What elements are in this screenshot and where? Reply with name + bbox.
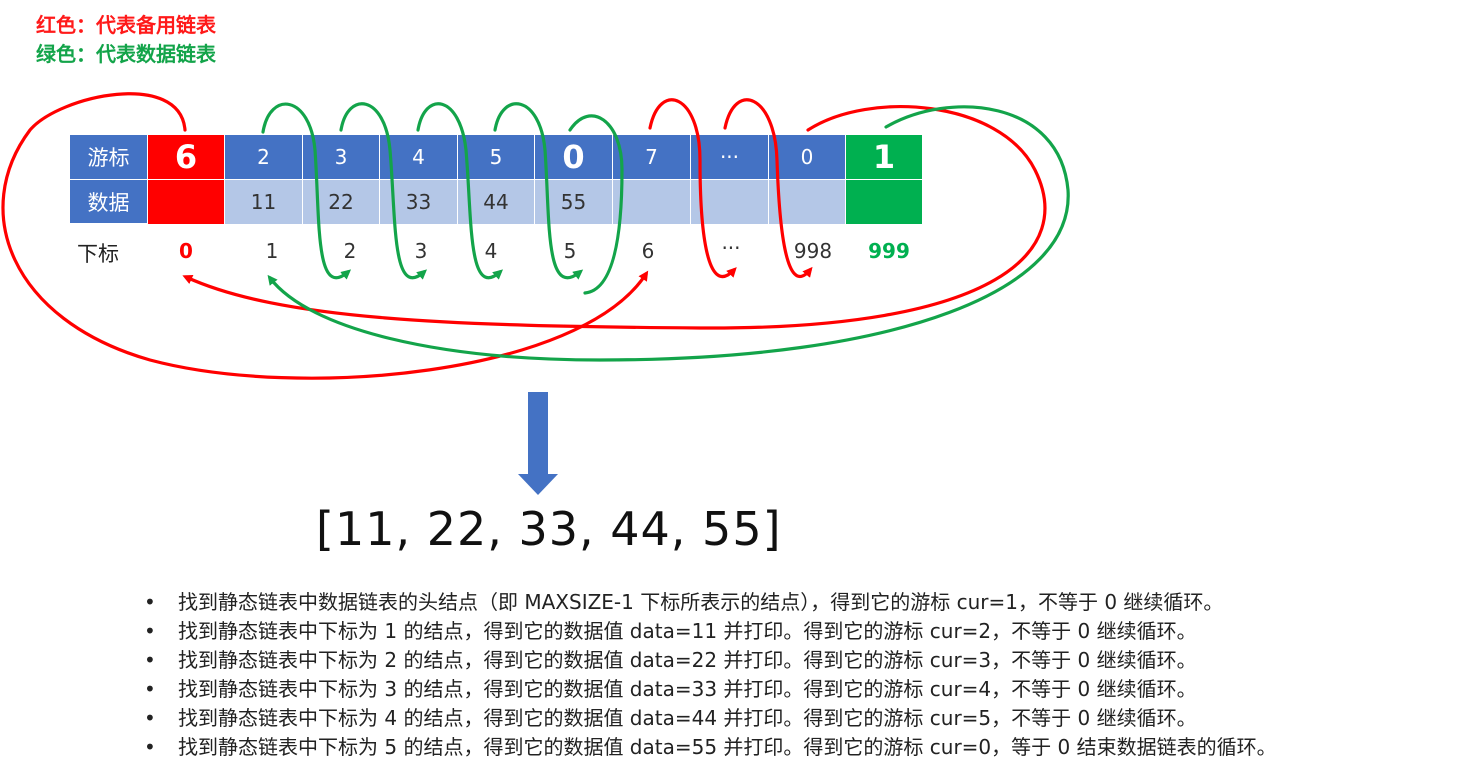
traversal-result: [11, 22, 33, 44, 55]: [316, 502, 782, 556]
green-arc-1-to-2: [261, 102, 352, 280]
step-item: 找到静态链表中下标为 2 的结点，得到它的数据值 data=22 并打印。得到它…: [140, 646, 1277, 675]
step-list: 找到静态链表中数据链表的头结点（即 MAXSIZE-1 下标所表示的结点），得到…: [140, 588, 1277, 762]
step-item: 找到静态链表中下标为 1 的结点，得到它的数据值 data=11 并打印。得到它…: [140, 617, 1277, 646]
green-arc-5-end: [568, 114, 624, 295]
step-item: 找到静态链表中下标为 4 的结点，得到它的数据值 data=44 并打印。得到它…: [140, 704, 1277, 733]
red-arc-6-to-7: [648, 98, 737, 279]
step-item: 找到静态链表中数据链表的头结点（即 MAXSIZE-1 下标所表示的结点），得到…: [140, 588, 1277, 617]
red-arc-7-to-998: [723, 98, 813, 279]
green-arc-3-to-4: [416, 102, 504, 280]
step-item: 找到静态链表中下标为 5 的结点，得到它的数据值 data=55 并打印。得到它…: [140, 733, 1277, 762]
green-arc-2-to-3: [339, 102, 428, 280]
step-item: 找到静态链表中下标为 3 的结点，得到它的数据值 data=33 并打印。得到它…: [140, 675, 1277, 704]
down-arrow-icon: [518, 392, 558, 495]
green-arc-4-to-5: [493, 102, 584, 280]
